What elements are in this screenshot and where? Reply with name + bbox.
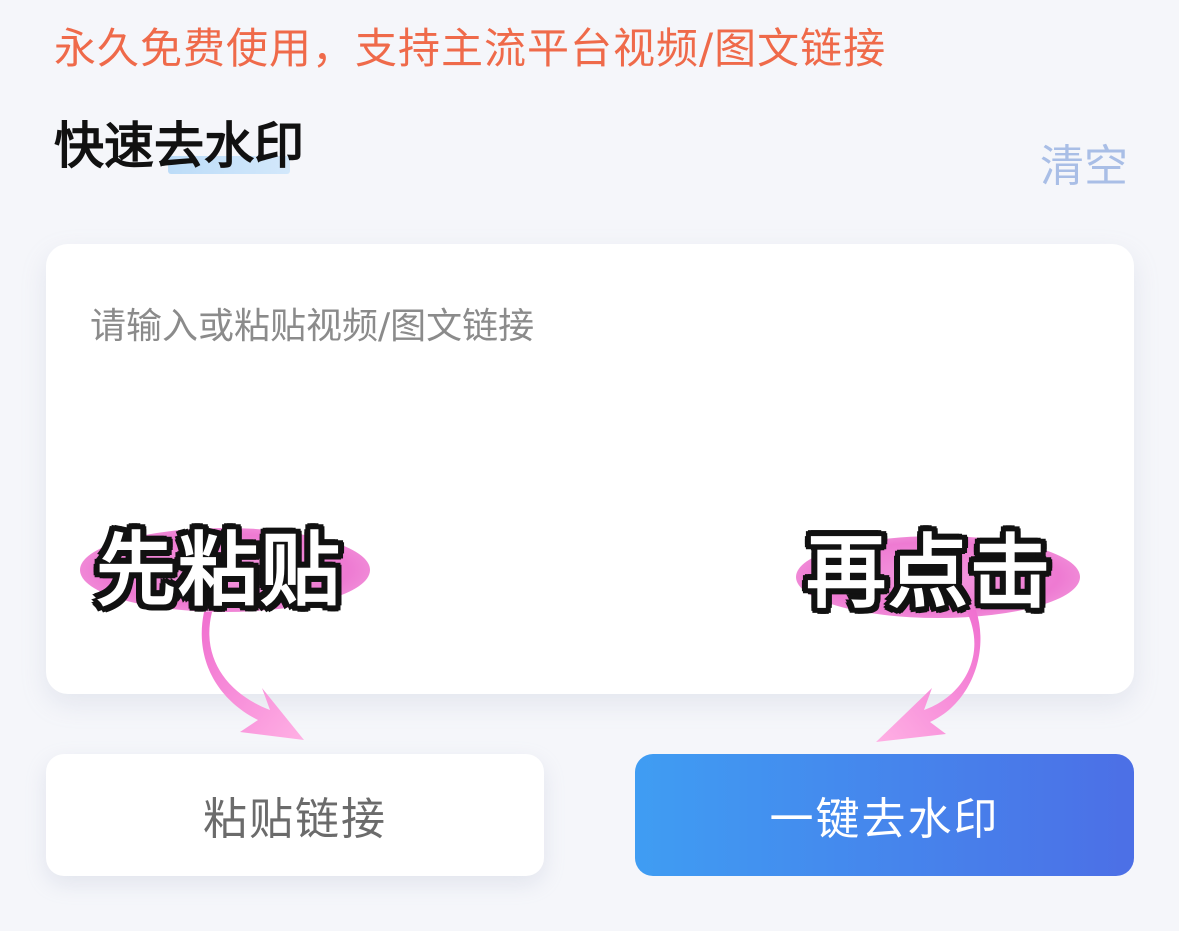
remove-watermark-button[interactable]: 一键去水印 [635, 754, 1134, 876]
clear-button[interactable]: 清空 [1040, 138, 1128, 196]
title-wrap: 快速去水印 [54, 116, 304, 180]
curved-arrow-down-right-icon [201, 612, 304, 740]
watermark-remover-page: 永久免费使用，支持主流平台视频/图文链接 快速去水印 清空 先粘贴 再点击 粘贴 [0, 0, 1179, 931]
promo-banner: 永久免费使用，支持主流平台视频/图文链接 [54, 24, 887, 73]
paste-link-button[interactable]: 粘贴链接 [46, 754, 544, 876]
curved-arrow-down-left-icon [876, 610, 981, 742]
link-input[interactable] [90, 296, 1070, 356]
page-title: 快速去水印 [54, 117, 304, 175]
